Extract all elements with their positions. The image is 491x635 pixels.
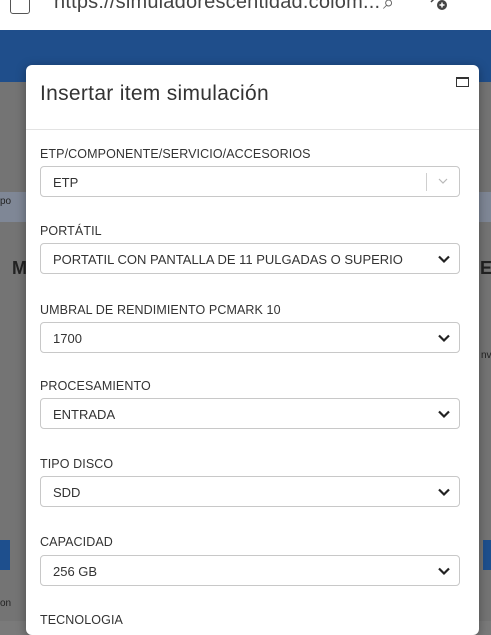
add-favorite-icon[interactable] xyxy=(428,0,450,15)
field-label-capacidad: CAPACIDAD xyxy=(40,535,113,549)
background-fragment: nv xyxy=(481,350,491,361)
umbral-select[interactable]: 1700 xyxy=(40,322,460,353)
modal-title: Insertar item simulación xyxy=(40,82,269,105)
chevron-down-icon xyxy=(438,334,450,343)
field-label-procesamiento: PROCESAMIENTO xyxy=(40,379,151,393)
chevron-down-icon xyxy=(438,488,450,497)
chevron-down-icon xyxy=(438,178,448,184)
url-text[interactable]: https://simuladorescentidad.colom... xyxy=(54,0,380,14)
procesamiento-select[interactable]: ENTRADA xyxy=(40,398,460,429)
background-button xyxy=(0,540,10,570)
background-fragment: on xyxy=(0,598,12,609)
umbral-select-value: 1700 xyxy=(53,331,82,346)
capacidad-select[interactable]: 256 GB xyxy=(40,555,460,586)
field-label-umbral: UMBRAL DE RENDIMIENTO PCMARK 10 xyxy=(40,303,281,317)
background-button xyxy=(483,540,491,570)
chevron-down-icon xyxy=(438,410,450,419)
field-label-etp: ETP/COMPONENTE/SERVICIO/ACCESORIOS xyxy=(40,147,311,161)
background-fragment: ро xyxy=(0,196,12,207)
modal-header: Insertar item simulación xyxy=(26,65,479,130)
browser-address-bar: https://simuladorescentidad.colom... ⌕ xyxy=(0,0,491,30)
chevron-down-icon xyxy=(438,567,450,576)
tipo-disco-select[interactable]: SDD xyxy=(40,476,460,507)
chevron-down-icon xyxy=(438,255,450,264)
background-fragment: M xyxy=(12,258,27,278)
capacidad-select-value: 256 GB xyxy=(53,564,98,579)
field-label-tipo-disco: TIPO DISCO xyxy=(40,457,114,471)
tipo-disco-select-value: SDD xyxy=(53,485,81,500)
field-label-portatil: PORTÁTIL xyxy=(40,224,102,238)
portatil-select-value: PORTATIL CON PANTALLA DE 11 PULGADAS O S… xyxy=(53,252,403,267)
etp-select[interactable]: ETP xyxy=(40,166,460,197)
etp-select-value: ETP xyxy=(53,175,79,190)
insert-item-modal: Insertar item simulación ETP/COMPONENTE/… xyxy=(26,65,479,635)
field-label-tecnologia: TECNOLOGIA xyxy=(40,613,123,627)
procesamiento-select-value: ENTRADA xyxy=(53,407,116,422)
search-icon[interactable]: ⌕ xyxy=(383,0,394,15)
portatil-select[interactable]: PORTATIL CON PANTALLA DE 11 PULGADAS O S… xyxy=(40,243,460,274)
tab-icon[interactable] xyxy=(10,0,30,14)
background-fragment: E xyxy=(480,258,491,278)
select-separator xyxy=(426,173,427,191)
minimize-icon[interactable] xyxy=(456,77,469,87)
